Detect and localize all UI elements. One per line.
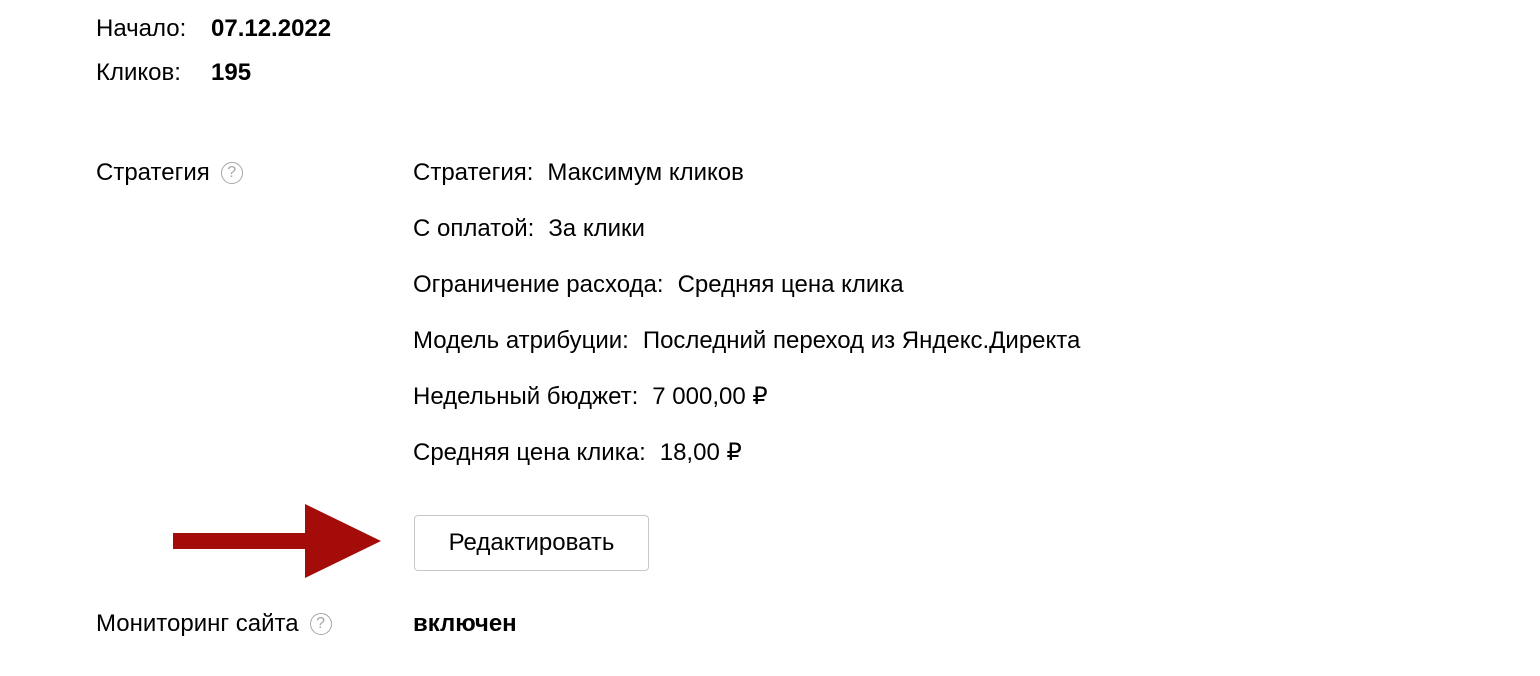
- row-value: 18,00 ₽: [659, 439, 742, 466]
- strategy-row-spend-limit: Ограничение расхода: Средняя цена клика: [413, 270, 904, 300]
- strategy-row-avg-click-price: Средняя цена клика: 18,00 ₽: [413, 438, 742, 468]
- row-label: Недельный бюджет:: [413, 383, 639, 410]
- strategy-section-title: Стратегия: [96, 159, 210, 186]
- red-arrow-right-icon: [173, 504, 381, 578]
- start-value: 07.12.2022: [211, 15, 332, 42]
- clicks-label: Кликов:: [96, 59, 181, 86]
- monitoring-section-label: Мониторинг сайта ?: [96, 609, 332, 639]
- row-label: С оплатой:: [413, 215, 535, 242]
- clicks-value: 195: [211, 59, 252, 86]
- row-value: Средняя цена клика: [677, 271, 904, 298]
- arrow-shape: [173, 504, 381, 578]
- start-label: Начало:: [96, 15, 187, 42]
- strategy-row-strategy: Стратегия: Максимум кликов: [413, 158, 744, 188]
- edit-strategy-button[interactable]: Редактировать: [414, 515, 649, 571]
- strategy-row-attribution: Модель атрибуции: Последний переход из Ян…: [413, 326, 1080, 356]
- row-label: Стратегия:: [413, 159, 534, 186]
- question-circle-icon[interactable]: ?: [309, 613, 332, 635]
- row-value: 7 000,00 ₽: [652, 383, 768, 410]
- row-label: Модель атрибуции:: [413, 327, 629, 354]
- strategy-row-weekly-budget: Недельный бюджет: 7 000,00 ₽: [413, 382, 768, 412]
- question-circle-icon[interactable]: ?: [220, 162, 243, 184]
- row-value: Последний переход из Яндекс.Директа: [642, 327, 1081, 354]
- strategy-row-payment: С оплатой: За клики: [413, 214, 645, 244]
- row-label: Средняя цена клика:: [413, 439, 646, 466]
- row-label: Ограничение расхода:: [413, 271, 664, 298]
- row-value: За клики: [548, 215, 645, 242]
- monitoring-section-title: Мониторинг сайта: [96, 610, 299, 637]
- strategy-section-label: Стратегия ?: [96, 158, 243, 188]
- monitoring-status-value: включен: [413, 610, 517, 637]
- row-value: Максимум кликов: [547, 159, 744, 186]
